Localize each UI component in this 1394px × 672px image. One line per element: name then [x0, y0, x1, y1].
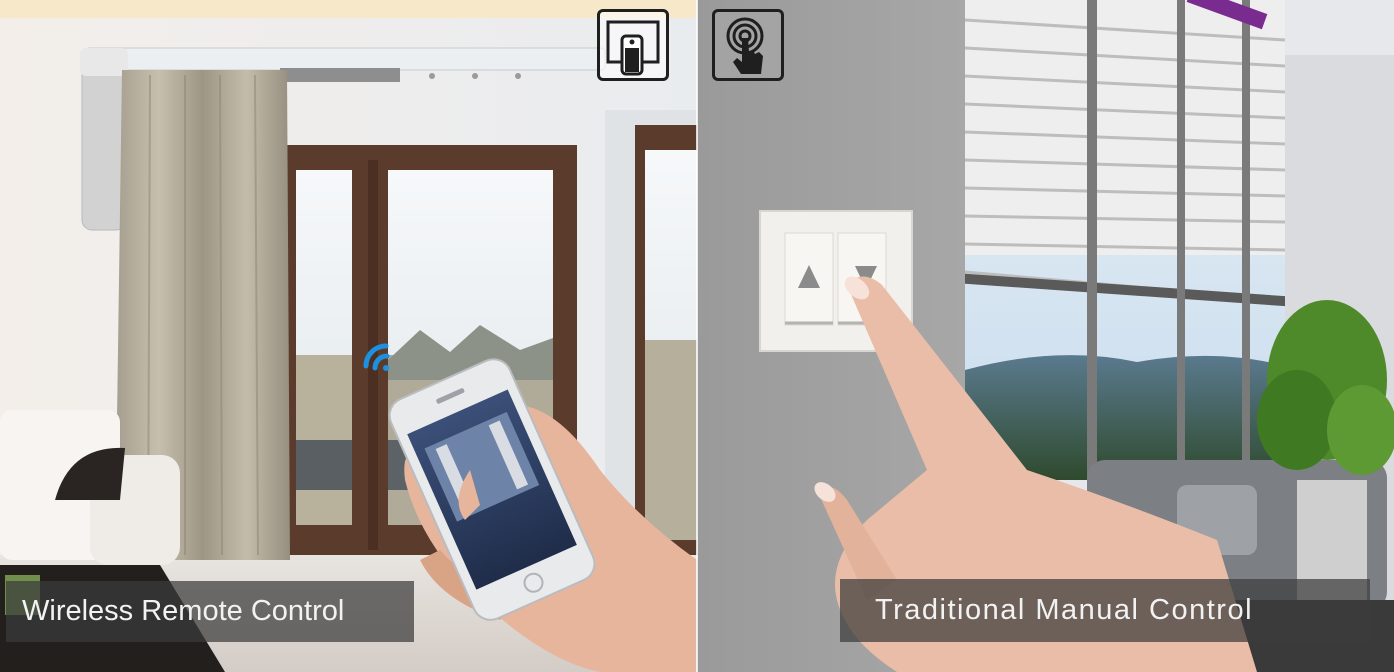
remote-control-badge — [597, 9, 669, 81]
manual-control-caption: Traditional Manual Control — [840, 579, 1370, 642]
touch-control-badge — [712, 9, 784, 81]
living-room-illustration — [0, 0, 697, 672]
wireless-remote-scene: Wireless Remote Control — [0, 0, 697, 672]
panel-divider — [696, 0, 698, 672]
touch-finger-icon — [726, 17, 764, 74]
product-image: Wireless Remote Control Traditional Manu… — [0, 0, 1394, 672]
manual-control-scene: Traditional Manual Control — [697, 0, 1394, 672]
switch-room-illustration — [697, 0, 1394, 672]
remote-control-icon — [606, 20, 660, 76]
wireless-remote-caption: Wireless Remote Control — [6, 581, 414, 642]
